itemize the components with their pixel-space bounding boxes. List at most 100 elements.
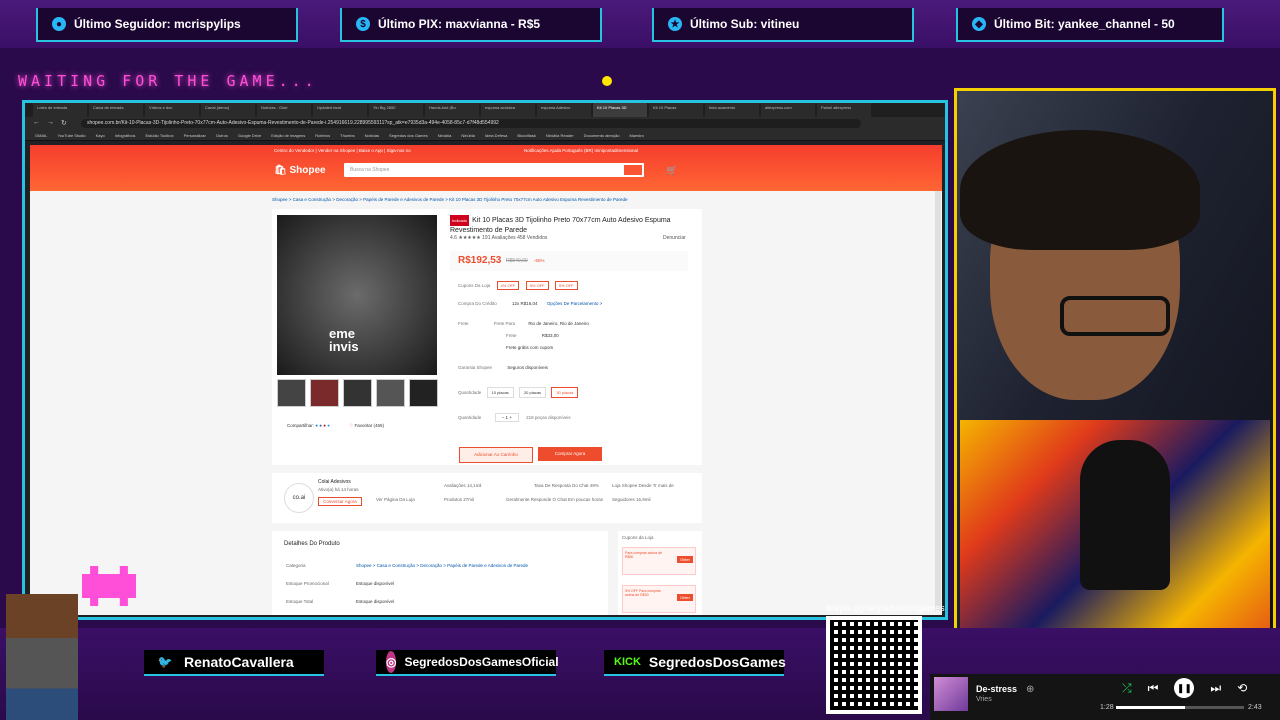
free-shipping-note: Frete grátis com cupom bbox=[506, 345, 554, 350]
twitter-icon: 🐦 bbox=[157, 655, 173, 669]
browser-tab[interactable]: espuma acústica bbox=[481, 103, 535, 117]
thumbnail[interactable] bbox=[310, 379, 339, 407]
next-icon[interactable]: ⏭ bbox=[1210, 681, 1221, 696]
repeat-icon[interactable]: ⟲ bbox=[1237, 681, 1247, 695]
browser-tab[interactable]: Canal (demo) bbox=[201, 103, 255, 117]
variation-option[interactable]: 20 placas bbox=[518, 387, 547, 398]
search-input[interactable]: Busca na Shopee bbox=[344, 163, 644, 177]
shipping-cost-value[interactable]: R$33,00 bbox=[542, 333, 559, 338]
seller-logo[interactable]: co.ai bbox=[284, 483, 314, 513]
variation-option[interactable]: 10 placas bbox=[486, 387, 514, 398]
product-image-caption: eme invis bbox=[329, 326, 359, 354]
progress-bar[interactable] bbox=[1116, 706, 1244, 709]
bookmark-item[interactable]: Segredos dos Games bbox=[389, 131, 428, 140]
thumbnail[interactable] bbox=[343, 379, 372, 407]
thumbnail[interactable] bbox=[376, 379, 405, 407]
alert-label: Último Seguidor: mcrispylips bbox=[74, 17, 241, 31]
bookmark-item[interactable]: Ninúbia bbox=[438, 131, 452, 140]
seller-stat: Loja Shopee Desde Tr mais de bbox=[612, 483, 674, 488]
bookmark-item[interactable]: Thumbs bbox=[340, 131, 354, 140]
browser-tab[interactable]: Yin Big 2850 bbox=[369, 103, 423, 117]
heart-icon[interactable]: ♡ bbox=[349, 423, 353, 428]
shipping-city-select[interactable]: Rio de Janeiro, Rio de Janeiro bbox=[528, 321, 589, 326]
bookmark-item[interactable]: Bloodflask bbox=[517, 131, 535, 140]
back-icon[interactable]: ← bbox=[33, 119, 40, 126]
cart-icon[interactable]: 🛒 bbox=[666, 165, 677, 176]
shopee-top-links[interactable]: Centro do Vendedor | Vender na Shopee | … bbox=[274, 148, 411, 153]
browser-tab[interactable]: Notícias - Glob bbox=[257, 103, 311, 117]
shopee-logo[interactable]: 🛍 Shopee bbox=[274, 165, 326, 176]
bookmark-item[interactable]: Kayo bbox=[96, 131, 105, 140]
browser-tab[interactable]: Painel aliexpress bbox=[817, 103, 871, 117]
shuffle-icon[interactable]: ⤮ bbox=[1122, 681, 1132, 696]
bookmark-item[interactable]: Notícias bbox=[365, 131, 379, 140]
livepix-qr-code bbox=[826, 616, 922, 714]
bookmark-item[interactable]: GMAIL bbox=[35, 131, 47, 140]
browser-tab[interactable]: tinta acamento bbox=[705, 103, 759, 117]
coupon-get-button[interactable]: Obter bbox=[676, 594, 693, 601]
chat-button[interactable]: Conversar Agora bbox=[318, 497, 362, 506]
bookmark-item[interactable]: YouTube Studio bbox=[57, 131, 85, 140]
report-link[interactable]: Denunciar bbox=[663, 235, 686, 241]
browser-tab[interactable]: espuma Adesivo bbox=[537, 103, 591, 117]
bookmark-item[interactable]: Personalizar bbox=[184, 131, 206, 140]
forward-icon[interactable]: → bbox=[47, 119, 54, 126]
breadcrumb[interactable]: Shopee > Casa e Construção > Decoração >… bbox=[272, 197, 627, 202]
rating-summary[interactable]: 4.6 ★★★★★ 191 Avaliações 458 Vendidos bbox=[450, 235, 547, 241]
bookmark-item[interactable]: Google Drive bbox=[238, 131, 261, 140]
installments-link[interactable]: Opções De Parcelamento > bbox=[547, 301, 602, 306]
page-scrollbar[interactable] bbox=[935, 191, 941, 611]
bookmark-item[interactable]: Ninúbia Reader bbox=[546, 131, 574, 140]
guarantee-label: Garantia Shopee bbox=[458, 365, 493, 370]
social-handle: SegredosDosGamesOficial bbox=[404, 655, 559, 669]
seller-stat: Taxa De Resposta Do Chat 49% bbox=[534, 483, 599, 488]
previous-icon[interactable]: ⏮ bbox=[1148, 681, 1159, 696]
thumbnail[interactable] bbox=[277, 379, 306, 407]
browser-tab[interactable]: Caixa de entrada bbox=[89, 103, 143, 117]
bookmark-item[interactable]: Infográficos bbox=[115, 131, 136, 140]
facebook-icon[interactable]: ● bbox=[319, 423, 322, 428]
product-title-text: Kit 10 Placas 3D Tijolinho Preto 70x77cm… bbox=[450, 217, 671, 234]
pause-button[interactable]: ❚❚ bbox=[1174, 678, 1195, 698]
quantity-stepper[interactable]: − 1 + bbox=[494, 413, 519, 422]
reload-icon[interactable]: ↻ bbox=[61, 119, 67, 127]
bookmark-item[interactable]: Ninúbia bbox=[461, 131, 475, 140]
add-to-cart-button[interactable]: Adicionar Ao Carrinho bbox=[459, 447, 533, 463]
browser-tab[interactable]: Vídeos e doc bbox=[145, 103, 199, 117]
favorite-count[interactable]: Favoritar (465) bbox=[355, 423, 385, 428]
search-button[interactable] bbox=[624, 165, 642, 175]
coupon-chip[interactable]: 4% OFF bbox=[496, 281, 520, 290]
variation-option-selected[interactable]: 30 placas bbox=[551, 387, 579, 398]
thumbnail[interactable] bbox=[409, 379, 438, 407]
bookmark-item[interactable]: Estúdio Toolbox bbox=[145, 131, 173, 140]
coupon-chip[interactable]: 5% OFF bbox=[554, 281, 578, 290]
buy-now-button[interactable]: Comprar Agora bbox=[538, 447, 602, 461]
browser-tab[interactable]: Lotes de entrada bbox=[33, 103, 87, 117]
browser-tab[interactable]: Updated fand bbox=[313, 103, 367, 117]
browser-tab[interactable]: aliexpress.com bbox=[761, 103, 815, 117]
bookmark-item[interactable]: Documento atenção bbox=[584, 131, 620, 140]
bookmark-item[interactable]: Maestro bbox=[629, 131, 643, 140]
bookmark-item[interactable]: Outros bbox=[216, 131, 228, 140]
twitter-share-icon[interactable]: ● bbox=[327, 423, 330, 428]
messenger-icon[interactable]: ● bbox=[315, 423, 318, 428]
address-bar[interactable]: shopee.com.br/Kit-10-Placas-3D-Tijolinho… bbox=[81, 119, 861, 128]
pinterest-icon[interactable]: ● bbox=[323, 423, 326, 428]
qr-label: livepix.gg/segredosdosgames bbox=[826, 603, 945, 613]
bookmark-item[interactable]: Edição de imagens bbox=[271, 131, 305, 140]
coupon-chip[interactable]: 5% OFF bbox=[525, 281, 549, 290]
guarantee-value[interactable]: Seguros disponíveis bbox=[507, 365, 548, 370]
shopee-top-right[interactable]: Notificações Ajuda Português (BR) minipo… bbox=[524, 148, 638, 153]
bookmark-item[interactable]: Roteiros bbox=[315, 131, 330, 140]
browser-tab[interactable]: Kit 10 Placas 3D bbox=[593, 103, 647, 117]
view-shop-button[interactable]: Ver Página Da Loja bbox=[376, 497, 415, 502]
guarantee-row: Garantia Shopee Seguros disponíveis bbox=[458, 365, 548, 370]
product-image[interactable]: eme invis bbox=[277, 215, 437, 375]
add-icon[interactable]: ⊕ bbox=[1026, 684, 1034, 695]
coupon-get-button[interactable]: Obter bbox=[676, 556, 693, 563]
detail-value[interactable]: Shopee > Casa e Construção > Decoração >… bbox=[356, 563, 528, 568]
browser-tab[interactable]: Hands-fold (Bo bbox=[425, 103, 479, 117]
browser-tab[interactable]: Kit 10 Placas bbox=[649, 103, 703, 117]
waiting-banner: WAITING FOR THE GAME... bbox=[18, 72, 318, 90]
bookmark-item[interactable]: Ideia Defesa bbox=[485, 131, 507, 140]
